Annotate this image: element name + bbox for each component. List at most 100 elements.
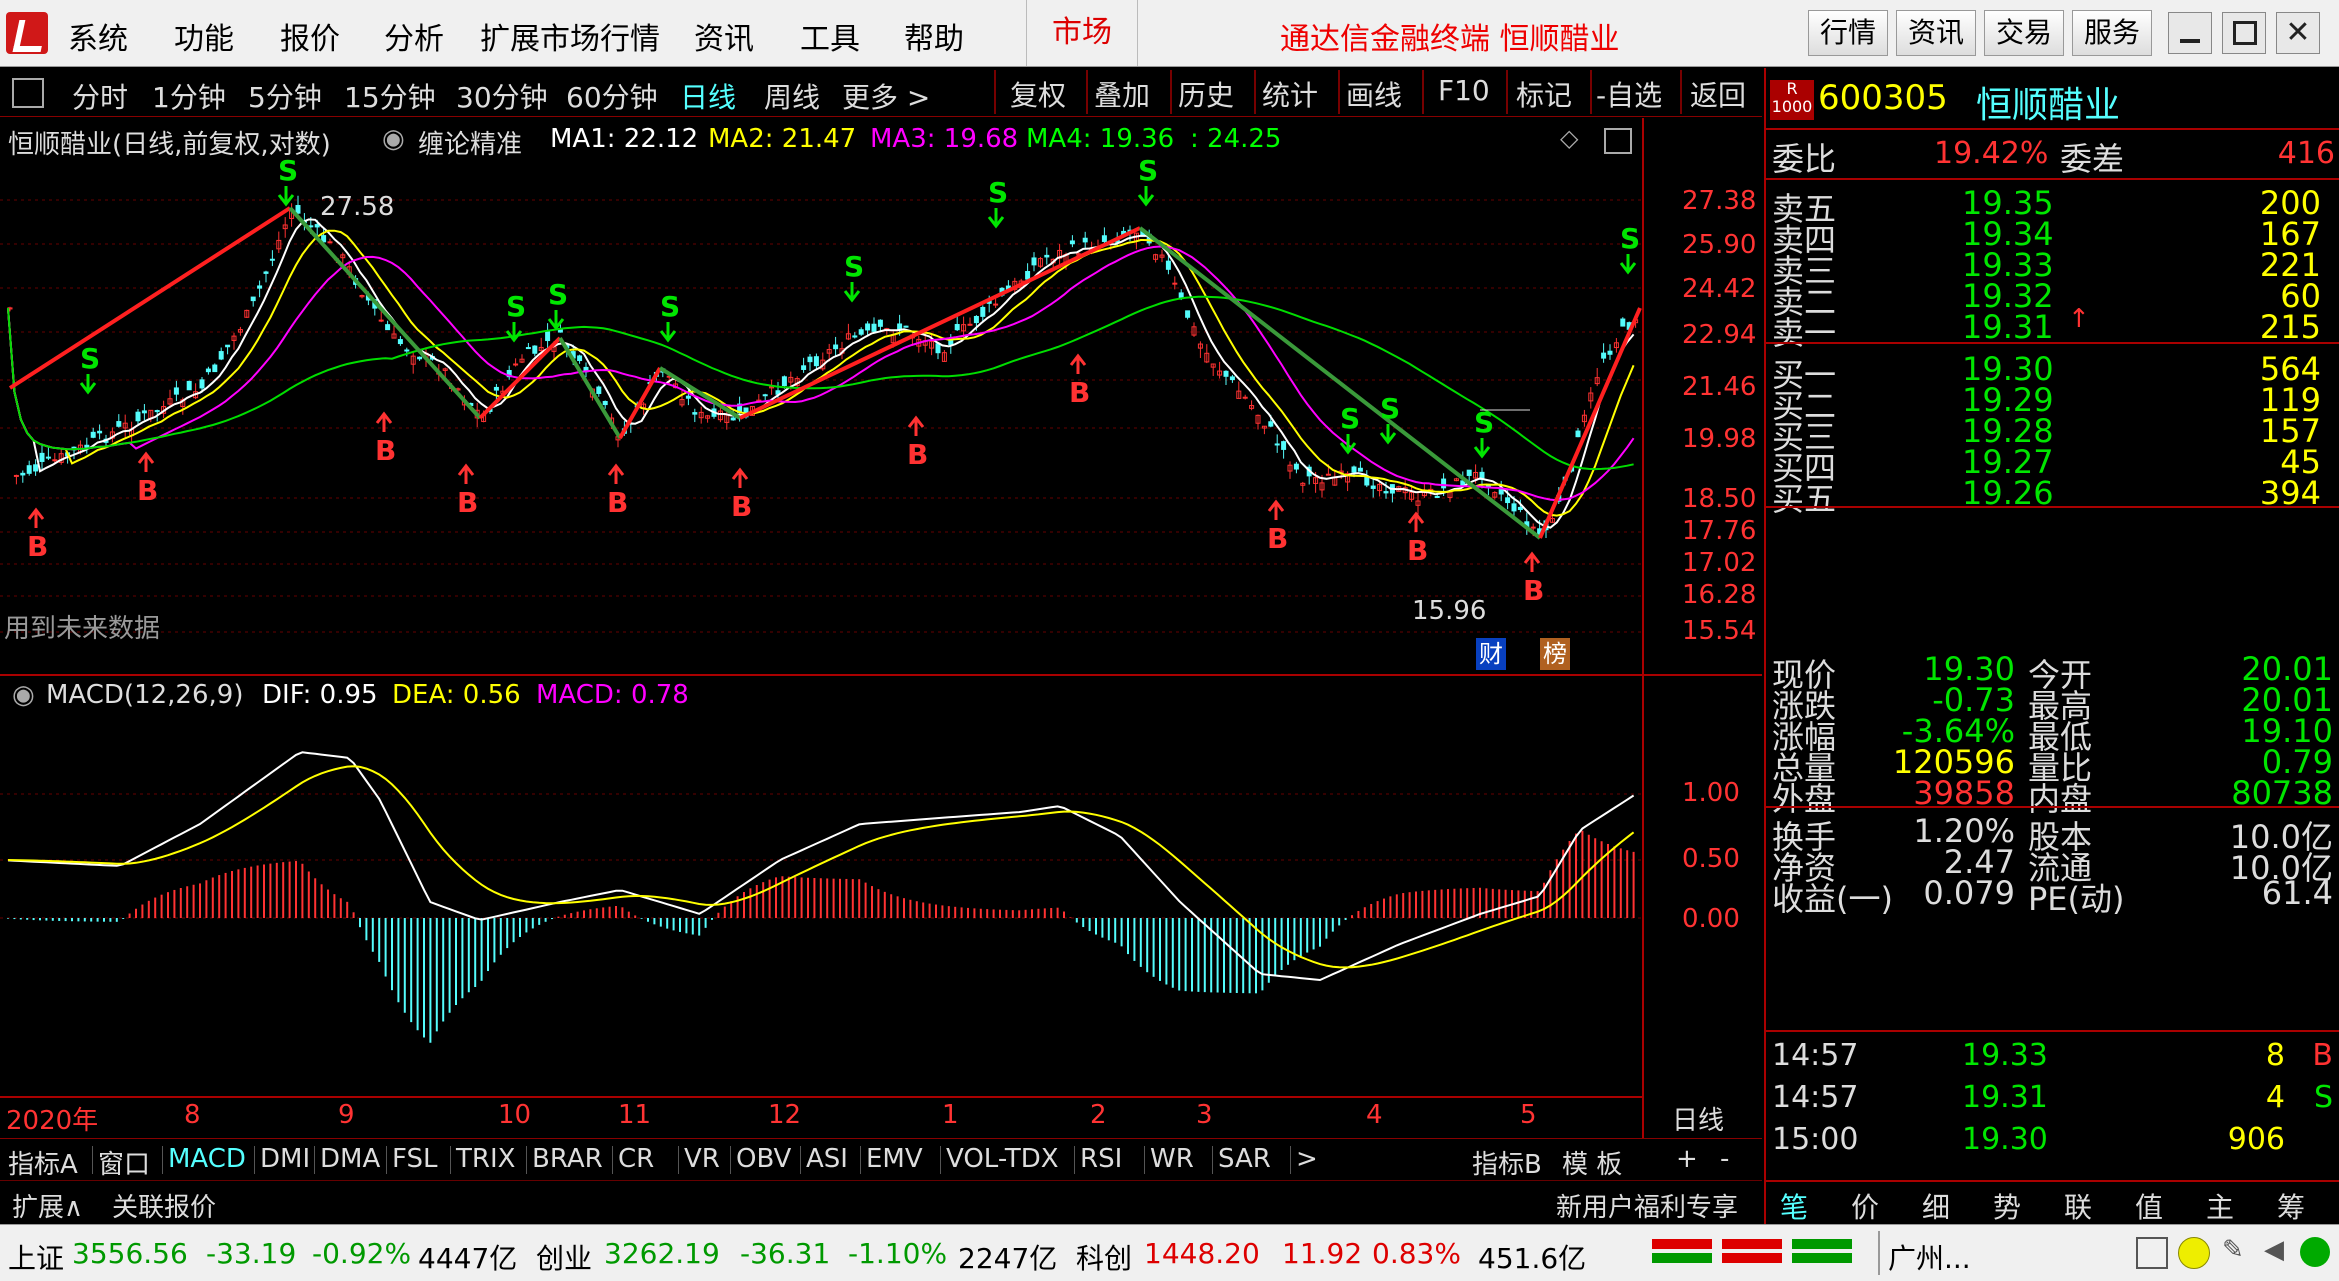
macd-toggle-icon[interactable]: ◉ <box>12 680 35 710</box>
period-5min[interactable]: 5分钟 <box>248 76 322 116</box>
indicator-tab-5[interactable]: FSL <box>392 1144 438 1174</box>
kline-chart[interactable]: SSS S SSSSS S SSBBBB B BBBB BB <box>0 118 1762 1138</box>
orderbook-separator <box>1766 506 2339 508</box>
badge-number: 1000 <box>1771 97 1813 116</box>
menu-quote[interactable]: 报价 <box>280 14 340 58</box>
period-unit-label: 日线 <box>1672 1106 1725 1136</box>
market-button[interactable]: 市场 <box>1026 0 1138 66</box>
period-1min[interactable]: 1分钟 <box>152 76 226 116</box>
tool-overlay[interactable]: 叠加 <box>1094 74 1150 114</box>
template-tab-3[interactable]: - <box>1720 1144 1729 1174</box>
cy-index-label[interactable]: 创业 <box>536 1237 592 1277</box>
buy-arrow-icon <box>457 463 475 484</box>
service-button[interactable]: 服务 <box>2072 10 2152 56</box>
indicator-tab-15[interactable]: WR <box>1150 1144 1194 1174</box>
template-tab-1[interactable]: 模 板 <box>1562 1144 1622 1181</box>
extension-toggle[interactable]: 扩展∧ <box>12 1187 83 1224</box>
future-data-note: 用到未来数据 <box>4 614 161 644</box>
detail-tab-4[interactable]: 联 <box>2064 1186 2092 1226</box>
indicator-tab-13[interactable]: VOL-TDX <box>946 1144 1059 1174</box>
indicator-tab-9[interactable]: VR <box>684 1144 720 1174</box>
candle-body <box>90 431 96 438</box>
sh-index-label[interactable]: 上证 <box>8 1237 64 1277</box>
minimize-icon[interactable] <box>2168 12 2212 54</box>
period-daily[interactable]: 日线 <box>680 76 736 116</box>
macd-title[interactable]: MACD(12,26,9) <box>46 680 243 710</box>
tool-statistics[interactable]: 统计 <box>1262 74 1318 114</box>
price-tick: 22.94 <box>1682 320 1757 350</box>
detail-tab-2[interactable]: 细 <box>1922 1186 1950 1226</box>
indicator-tab-3[interactable]: DMI <box>260 1144 310 1174</box>
period-weekly[interactable]: 周线 <box>764 76 820 116</box>
indicator-tab-14[interactable]: RSI <box>1080 1144 1122 1174</box>
template-tab-2[interactable]: + <box>1676 1144 1698 1174</box>
orderbook-separator <box>1766 342 2339 344</box>
detail-tab-5[interactable]: 值 <box>2135 1186 2163 1226</box>
period-more[interactable]: 更多 > <box>842 76 930 116</box>
buy-signal-label: B <box>607 486 628 519</box>
new-user-benefit-link[interactable]: 新用户福利专享 <box>1556 1187 1738 1224</box>
toggle-panel-icon[interactable] <box>12 78 44 108</box>
price-tick: 15.54 <box>1682 616 1757 646</box>
indicator-tab-1[interactable]: 窗口 <box>98 1144 150 1181</box>
detail-tab-0[interactable]: 笔 <box>1780 1186 1808 1226</box>
indicator-tab-8[interactable]: CR <box>618 1144 654 1174</box>
menu-tools[interactable]: 工具 <box>800 14 860 58</box>
tool-adjust[interactable]: 复权 <box>1010 74 1066 114</box>
period-15min[interactable]: 15分钟 <box>344 76 436 116</box>
close-icon[interactable]: ✕ <box>2276 12 2320 54</box>
candle-body <box>1031 257 1037 266</box>
detail-tab-3[interactable]: 势 <box>1993 1186 2021 1226</box>
menu-system[interactable]: 系统 <box>68 14 128 58</box>
indicator-tab-11[interactable]: ASI <box>806 1144 848 1174</box>
buy-signal-label: B <box>907 438 928 471</box>
detail-tab-1[interactable]: 价 <box>1851 1186 1879 1226</box>
menu-news[interactable]: 资讯 <box>694 14 754 58</box>
candle-body <box>525 347 531 350</box>
menu-analysis[interactable]: 分析 <box>384 14 444 58</box>
quote-button[interactable]: 行情 <box>1808 10 1888 56</box>
tool-mark[interactable]: 标记 <box>1516 74 1572 114</box>
rank-badge[interactable]: 榜 <box>1540 638 1570 670</box>
toolbar-divider <box>1506 70 1508 114</box>
coin-icon[interactable] <box>2178 1237 2210 1269</box>
indicator-tab-4[interactable]: DMA <box>320 1144 380 1174</box>
indicator-tab-17[interactable]: > <box>1296 1144 1318 1174</box>
tool-history[interactable]: 历史 <box>1178 74 1234 114</box>
indicator-tab-16[interactable]: SAR <box>1218 1144 1271 1174</box>
fundamentals-value-left: 0.079 <box>1923 874 2015 912</box>
news-button[interactable]: 资讯 <box>1896 10 1976 56</box>
finance-badge[interactable]: 财 <box>1476 638 1506 670</box>
trade-button[interactable]: 交易 <box>1984 10 2064 56</box>
tool-f10[interactable]: F10 <box>1438 74 1490 107</box>
kc-index-label[interactable]: 科创 <box>1076 1237 1132 1277</box>
menu-extended-market[interactable]: 扩展市场行情 <box>480 14 660 58</box>
indicator-tab-10[interactable]: OBV <box>736 1144 791 1174</box>
period-30min[interactable]: 30分钟 <box>456 76 548 116</box>
weibi-label: 委比 <box>1772 140 1837 178</box>
indicator-tab-2[interactable]: MACD <box>168 1144 246 1174</box>
buy-arrow-icon <box>1407 511 1425 532</box>
tool-back[interactable]: 返回 <box>1690 74 1746 114</box>
related-quote-button[interactable]: 关联报价 <box>112 1187 216 1224</box>
tool-add-watchlist[interactable]: -自选 <box>1596 74 1662 114</box>
detail-tab-6[interactable]: 主 <box>2206 1186 2234 1226</box>
tab-divider <box>1212 1146 1213 1174</box>
wrench-icon[interactable]: ✎ <box>2222 1235 2252 1265</box>
detail-tab-7[interactable]: 筹 <box>2277 1186 2305 1226</box>
cy-index-value: 3262.19 <box>604 1237 720 1270</box>
layout-icon[interactable] <box>2136 1237 2168 1269</box>
date-label: 2020年 <box>6 1106 99 1136</box>
period-fenshi[interactable]: 分时 <box>72 76 128 116</box>
indicator-tab-6[interactable]: TRIX <box>456 1144 515 1174</box>
template-tab-0[interactable]: 指标B <box>1472 1144 1542 1181</box>
tool-draw[interactable]: 画线 <box>1346 74 1402 114</box>
maximize-icon[interactable] <box>2222 12 2266 54</box>
indicator-tab-0[interactable]: 指标A <box>8 1144 78 1181</box>
period-60min[interactable]: 60分钟 <box>566 76 658 116</box>
indicator-tab-7[interactable]: BRAR <box>532 1144 603 1174</box>
menu-function[interactable]: 功能 <box>174 14 234 58</box>
menu-help[interactable]: 帮助 <box>904 14 964 58</box>
sound-icon[interactable]: ◀ <box>2264 1235 2294 1265</box>
indicator-tab-12[interactable]: EMV <box>866 1144 923 1174</box>
